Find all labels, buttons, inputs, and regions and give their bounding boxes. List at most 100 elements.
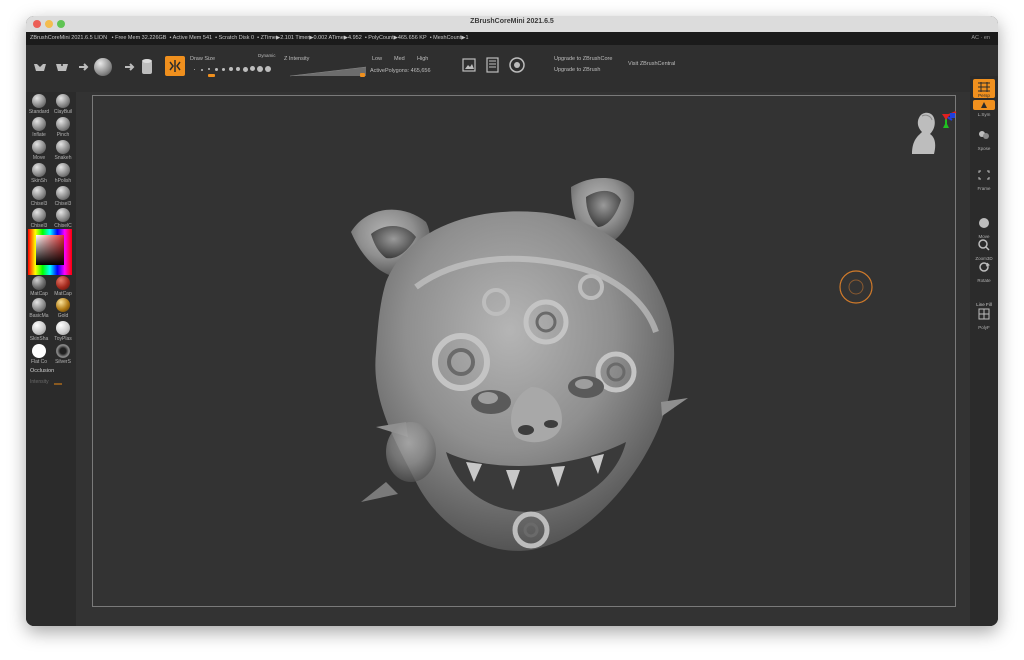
persp-label: Persp	[978, 93, 990, 98]
rotate-label: Rotate	[977, 278, 991, 283]
brush-icon	[32, 208, 46, 222]
symmetry-icon	[169, 60, 181, 72]
free-mem: • Free Mem 32.226GB	[111, 35, 167, 41]
polyframe-icon	[978, 308, 990, 320]
brush-chiselc[interactable]: ChiselC	[51, 208, 75, 229]
persp-button[interactable]: Persp	[973, 79, 995, 98]
size-dot[interactable]	[250, 66, 255, 71]
save-tool-icon[interactable]	[54, 59, 70, 75]
brush-snakehook[interactable]: Snakeh	[51, 140, 75, 161]
symmetry-button[interactable]	[165, 56, 185, 76]
material-icon	[56, 276, 70, 290]
material-label: MatCap	[30, 291, 48, 297]
brush-chisel3d-1[interactable]: Chisel3	[27, 186, 51, 207]
brush-label: SkinSh	[31, 178, 47, 184]
cylinder-tool-icon[interactable]	[140, 58, 154, 76]
size-dot[interactable]	[215, 68, 218, 71]
material-skinshade[interactable]: SkinSha	[27, 321, 51, 342]
size-dot[interactable]	[236, 67, 240, 71]
title-bar: ZBrushCoreMini 2021.6.5	[26, 16, 998, 33]
document-icon[interactable]	[486, 57, 499, 73]
draw-size-slider[interactable]	[208, 74, 215, 77]
brush-pinch[interactable]: Pinch	[51, 117, 75, 138]
z-intensity-knob[interactable]	[360, 73, 365, 77]
upgrade-core-link[interactable]: Upgrade to ZBrushCore	[554, 56, 612, 62]
load-tool-icon[interactable]	[32, 59, 48, 75]
high-button[interactable]: High	[417, 56, 428, 62]
app-window: ZBrushCoreMini 2021.6.5 ZBrushCoreMini 2…	[26, 16, 998, 626]
brush-standard[interactable]: Standard	[27, 94, 51, 115]
material-label: ToyPlas	[54, 336, 72, 342]
brush-claybuildup[interactable]: ClayBuil	[51, 94, 75, 115]
size-dot[interactable]	[208, 68, 210, 70]
brush-hpolish[interactable]: hPolish	[51, 163, 75, 184]
ztime: • ZTime▶2.101 Timer▶0.002 ATime▶4.952	[257, 35, 362, 41]
info-bar-stats: ZBrushCoreMini 2021.6.5 LION • Free Mem …	[30, 32, 469, 45]
material-icon	[32, 276, 46, 290]
xpose-button[interactable]: Xpose	[970, 128, 998, 151]
brush-icon	[32, 186, 46, 200]
occlusion-toggle[interactable]: Occlusion	[30, 368, 54, 374]
material-toyplastic[interactable]: ToyPlas	[51, 321, 75, 342]
material-silver[interactable]: SilverS	[51, 344, 75, 365]
left-shelf: Standard ClayBuil Inflate Pinch Move Sna…	[26, 92, 76, 626]
material-label: BasicMa	[29, 313, 49, 319]
brush-chisel3d-3[interactable]: Chisel3	[27, 208, 51, 229]
image-icon[interactable]	[462, 58, 476, 72]
low-button[interactable]: Low	[372, 56, 382, 62]
size-dot[interactable]	[243, 66, 248, 72]
brush-label: ClayBuil	[53, 109, 73, 115]
move-view-button[interactable]: Move	[970, 216, 998, 239]
z-intensity-label: Z Intensity	[284, 56, 310, 62]
material-flatcolor[interactable]: Flat Co	[27, 344, 51, 365]
brush-cursor	[839, 270, 873, 304]
size-dot[interactable]	[229, 67, 233, 71]
brush-chisel3d-2[interactable]: Chisel3	[51, 186, 75, 207]
lsym-button[interactable]: L.Sym	[970, 112, 998, 117]
size-dot[interactable]	[194, 69, 195, 70]
material-icon	[32, 321, 46, 335]
rotate-button[interactable]: Rotate	[970, 260, 998, 283]
arrow-right-icon	[79, 63, 89, 71]
sculpt-model[interactable]	[316, 172, 736, 572]
brush-move[interactable]: Move	[27, 140, 51, 161]
draw-size-label: Draw Size	[190, 56, 216, 62]
color-picker-square[interactable]	[36, 235, 64, 265]
navigation-gizmo[interactable]	[902, 110, 958, 158]
sphere-tool-icon[interactable]	[94, 58, 112, 76]
brush-icon	[56, 140, 70, 154]
frame-label: Frame	[977, 186, 991, 191]
document-canvas[interactable]	[76, 92, 970, 626]
intensity-slider[interactable]	[54, 383, 62, 385]
brush-icon	[56, 117, 70, 131]
upgrade-zbrush-link[interactable]: Upgrade to ZBrush	[554, 67, 600, 73]
frame-button[interactable]: Frame	[970, 168, 998, 191]
z-intensity-slider[interactable]	[290, 65, 368, 77]
dynamic-label[interactable]: Dynamic	[258, 53, 276, 58]
material-gold[interactable]: Gold	[51, 298, 75, 319]
size-dot[interactable]	[222, 67, 225, 71]
material-basic[interactable]: BasicMa	[27, 298, 51, 319]
size-dot[interactable]	[201, 68, 203, 71]
brush-label: Pinch	[56, 132, 70, 138]
right-shelf: Persp L.Sym Xpose Frame Move Zoom3D Rota…	[970, 76, 998, 626]
brush-icon	[56, 163, 70, 177]
camera-icon[interactable]	[508, 56, 526, 74]
brush-inflate[interactable]: Inflate	[27, 117, 51, 138]
material-matcap-1[interactable]: MatCap	[27, 276, 51, 297]
floor-button[interactable]	[973, 100, 995, 110]
size-dot[interactable]	[265, 65, 271, 72]
active-polygons-readout: ActivePolygons: 465,656	[370, 68, 431, 74]
brush-label: Standard	[28, 109, 50, 115]
material-matcap-red[interactable]: MatCap	[51, 276, 75, 297]
line-fill-label: Line Fill	[976, 302, 992, 307]
zoom-button[interactable]: Zoom3D	[970, 238, 998, 261]
line-fill-button[interactable]: Line Fill PolyF	[970, 302, 998, 330]
brush-label: Snakeh	[54, 155, 72, 161]
med-button[interactable]: Med	[394, 56, 405, 62]
color-picker[interactable]	[28, 229, 72, 275]
polycount: • PolyCount▶465.656 KP	[364, 35, 427, 41]
brush-skinshade[interactable]: SkinSh	[27, 163, 51, 184]
visit-central-link[interactable]: Visit ZBrushCentral	[628, 61, 675, 67]
size-dot[interactable]	[257, 66, 263, 72]
